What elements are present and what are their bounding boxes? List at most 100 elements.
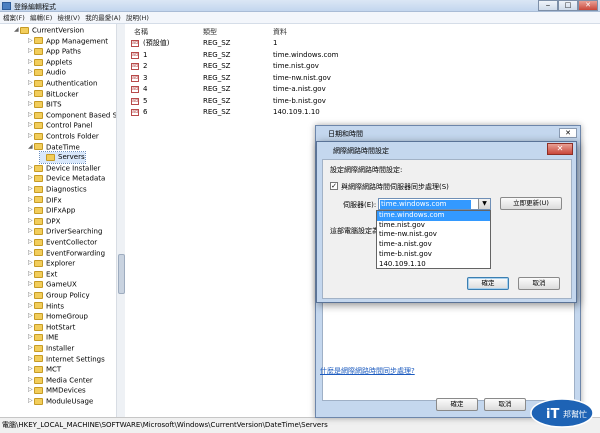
folder-icon (34, 79, 43, 87)
date-time-ok-button[interactable]: 確定 (436, 398, 478, 411)
update-now-button[interactable]: 立即更新(U) (500, 197, 562, 210)
close-button[interactable]: ✕ (578, 0, 598, 11)
tree-item[interactable]: ▷ Ext (28, 269, 57, 280)
tree-item[interactable]: Servers (39, 151, 86, 164)
tree-item-label: Explorer (46, 259, 76, 268)
tree-item[interactable]: ▷ Group Policy (28, 290, 90, 301)
server-option[interactable]: time.windows.com (377, 211, 490, 221)
maximize-button[interactable]: □ (558, 0, 578, 11)
server-option[interactable]: time-nw.nist.gov (377, 230, 490, 240)
table-row[interactable]: ab 6 REG_SZ 140.109.1.10 (126, 107, 426, 119)
tree-item[interactable]: ▷ Diagnostics (28, 184, 87, 195)
minimize-button[interactable]: ‒ (538, 0, 558, 11)
tree-item[interactable]: ▷ DIFx (28, 195, 62, 206)
string-value-icon: ab (131, 109, 139, 116)
internet-time-close-button[interactable]: ✕ (547, 143, 573, 155)
tree-item[interactable]: ▷ Control Panel (28, 120, 92, 131)
tree-item-label: Media Center (46, 376, 93, 385)
tree-item[interactable]: ▷ HotStart (28, 322, 75, 333)
cell-data: time-nw.nist.gov (273, 73, 331, 82)
cell-name: 2 (143, 62, 148, 70)
date-time-close-button[interactable]: ✕ (559, 128, 577, 138)
tree-item[interactable]: ▷ Hints (28, 301, 64, 312)
tree-item[interactable]: ▷ MMDevices (28, 385, 86, 396)
tree-item[interactable]: ▷ ModuleUsage (28, 396, 93, 407)
internet-time-cancel-button[interactable]: 取消 (518, 277, 560, 290)
sync-checkbox[interactable]: ✓ (330, 182, 338, 190)
tree-item[interactable]: ▷ App Paths (28, 46, 81, 57)
server-option[interactable]: 140.109.1.10 (377, 260, 490, 270)
tree-scrollbar[interactable] (116, 24, 125, 417)
settings-description: 設定網際網路時間設定: (330, 166, 403, 174)
menu-file[interactable]: 檔案(F) (3, 12, 25, 24)
tree-item[interactable]: ▷ DPX (28, 216, 60, 227)
folder-icon (34, 164, 43, 172)
tree-item[interactable]: ▷ Explorer (28, 258, 75, 269)
tree-item[interactable]: ▷ EventCollector (28, 237, 97, 248)
tree-item[interactable]: ▷ GameUX (28, 279, 77, 290)
server-combobox-value[interactable]: time.windows.com (380, 200, 471, 209)
menu-edit[interactable]: 編輯(E) (30, 12, 52, 24)
tree-item-label: App Paths (46, 47, 81, 56)
scrollbar-thumb[interactable] (118, 254, 125, 294)
tree-item[interactable]: ▷ Device Installer (28, 163, 100, 174)
cell-type: REG_SZ (203, 50, 231, 59)
menu-favorites[interactable]: 我的最愛(A) (85, 12, 121, 24)
internet-time-help-link[interactable]: 什麼是網際網路時間同步處理? (320, 366, 415, 376)
table-row[interactable]: ab 2 REG_SZ time.nist.gov (126, 61, 426, 73)
server-option[interactable]: time.nist.gov (377, 221, 490, 231)
tree-item-label: App Management (46, 36, 109, 45)
server-option[interactable]: time-b.nist.gov (377, 250, 490, 260)
tree-item[interactable]: ▷ DriverSearching (28, 226, 102, 237)
column-header-type[interactable]: 類型 (203, 27, 217, 37)
tree-item[interactable]: ▷ BITS (28, 99, 62, 110)
folder-icon (34, 281, 43, 289)
tree-item[interactable]: ▷ Component Based S (28, 110, 117, 121)
chevron-down-icon[interactable]: ▼ (478, 199, 490, 209)
table-row[interactable]: ab (預設值) REG_SZ 1 (126, 38, 426, 50)
internet-time-ok-button[interactable]: 確定 (467, 277, 509, 290)
tree-item[interactable]: ◢ DateTime (28, 142, 80, 153)
menu-help[interactable]: 說明(H) (126, 12, 149, 24)
tree-item[interactable]: ▷ Installer (28, 343, 74, 354)
tree-item[interactable]: ▷ DIFxApp (28, 205, 75, 216)
column-header-data[interactable]: 資料 (273, 27, 287, 37)
date-time-cancel-button[interactable]: 取消 (484, 398, 526, 411)
menu-view[interactable]: 檢視(V) (57, 12, 80, 24)
tree-item[interactable]: ▷ Media Center (28, 375, 93, 386)
server-combobox[interactable]: time.windows.com ▼ (378, 198, 491, 210)
tree-item[interactable]: ▷ App Management (28, 36, 108, 47)
tree-item[interactable]: ▷ EventForwarding (28, 248, 105, 259)
registry-tree: ◢ CurrentVersion ▷ App Management ▷ App Path… (0, 24, 125, 417)
tree-item-currentversion[interactable]: ◢ CurrentVersion (14, 25, 84, 36)
tree-item[interactable]: ▷ IME (28, 332, 59, 343)
tree-item[interactable]: ▷ Controls Folder (28, 131, 99, 142)
tree-item[interactable]: ▷ Device Metadata (28, 173, 105, 184)
server-label: 伺服器(E): (343, 201, 377, 209)
table-row[interactable]: ab 5 REG_SZ time-b.nist.gov (126, 96, 426, 108)
tree-item[interactable]: ▷ BitLocker (28, 89, 78, 100)
folder-icon (34, 100, 43, 108)
tree-item[interactable]: ▷ Audio (28, 67, 66, 78)
tree-item[interactable]: ▷ Applets (28, 57, 72, 68)
tree-item[interactable]: ▷ HomeGroup (28, 311, 88, 322)
tree-item[interactable]: ▷ Authentication (28, 78, 97, 89)
server-option[interactable]: time-a.nist.gov (377, 240, 490, 250)
tree-item[interactable]: ▷ Internet Settings (28, 354, 105, 365)
cell-name: (預設值) (143, 39, 170, 47)
tree-item-label: Audio (46, 68, 66, 77)
string-value-icon: ab (131, 63, 139, 70)
cell-type: REG_SZ (203, 39, 231, 47)
ithelp-logo: iT 邦幫忙 (530, 398, 594, 428)
table-row[interactable]: ab 3 REG_SZ time-nw.nist.gov (126, 73, 426, 85)
table-row[interactable]: ab 1 REG_SZ time.windows.com (126, 50, 426, 62)
status-bar-path: 電腦\HKEY_LOCAL_MACHINE\SOFTWARE\Microsoft… (0, 417, 600, 433)
tree-item[interactable]: ▷ MCT (28, 364, 61, 375)
folder-icon (34, 196, 43, 204)
tree-item-label: Controls Folder (46, 132, 99, 141)
cell-name: 5 (143, 96, 148, 105)
table-row[interactable]: ab 4 REG_SZ time-a.nist.gov (126, 84, 426, 96)
column-header-name[interactable]: 名稱 (134, 27, 148, 37)
string-value-icon: ab (131, 86, 139, 93)
title-bar: 登錄編輯程式 ‒ □ ✕ (0, 0, 600, 12)
